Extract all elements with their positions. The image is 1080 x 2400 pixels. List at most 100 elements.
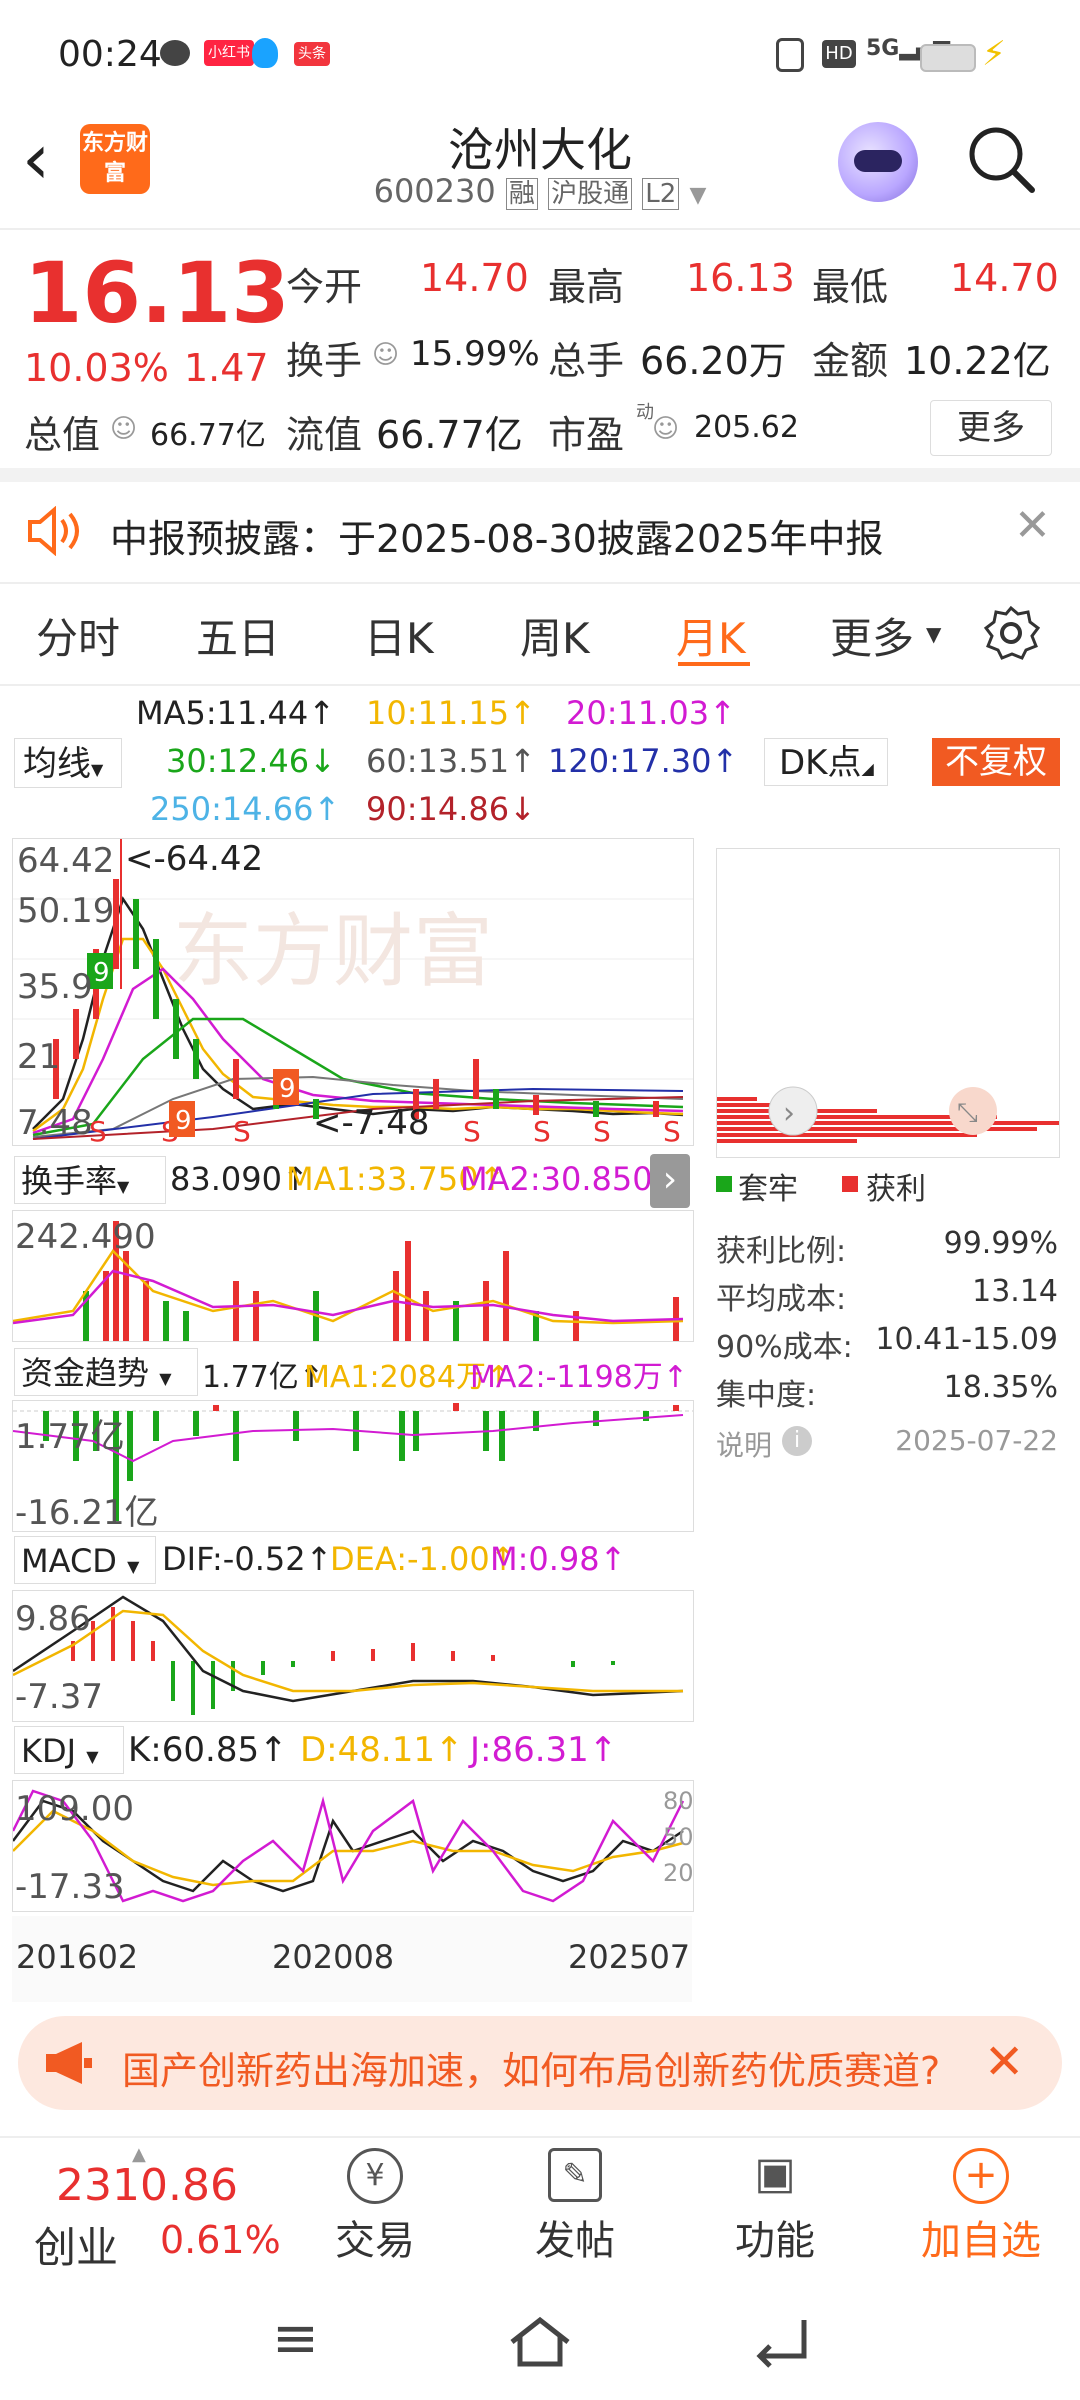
index-ticker[interactable]: ▲ 2310.86 创业 0.61% bbox=[0, 2138, 290, 2288]
menu-icon[interactable]: ≡ bbox=[272, 2306, 319, 2371]
kline-chart[interactable]: 东方财富 SSS SSSS 9 9 9 64.42 50.19 bbox=[12, 838, 694, 1146]
info-icon[interactable]: ☺ bbox=[372, 340, 399, 370]
hd-icon: HD bbox=[822, 40, 856, 68]
kdj-chart[interactable]: 109.00 -17.33 80 50 20 bbox=[12, 1780, 694, 1912]
capital-chart[interactable]: 1.77亿 -16.21亿 bbox=[12, 1400, 694, 1533]
close-icon[interactable]: ✕ bbox=[984, 2034, 1024, 2090]
turnover-label: 换手 bbox=[286, 339, 363, 383]
notice-bar[interactable]: 中报预披露：于2025-08-30披露2025年中报 ✕ bbox=[0, 482, 1080, 582]
chip-stat-label: 获利比例: bbox=[716, 1234, 847, 1269]
tab-monthly[interactable]: 月K bbox=[676, 605, 746, 666]
back-button[interactable]: ‹ bbox=[22, 124, 50, 194]
more-button[interactable]: 更多 bbox=[930, 400, 1052, 456]
kdj-ref-80: 80 bbox=[663, 1787, 694, 1815]
macd-chart[interactable]: 9.86 -7.37 bbox=[12, 1590, 694, 1722]
info-icon[interactable]: ☺ bbox=[652, 414, 679, 444]
kdj-j: J:86.31↑ bbox=[470, 1730, 618, 1770]
active-tab-indicator bbox=[678, 662, 750, 666]
macd-selector-label: MACD bbox=[21, 1542, 117, 1580]
market-cap-value: 66.77亿 bbox=[150, 418, 266, 453]
info-icon[interactable]: ☺ bbox=[110, 414, 137, 444]
nav-trade-label: 交易 bbox=[335, 2218, 415, 2264]
page-title: 沧州大化 bbox=[448, 123, 632, 177]
tag-margin: 融 bbox=[505, 178, 538, 210]
macd-selector[interactable]: MACD ▼ bbox=[14, 1536, 156, 1584]
eastmoney-logo[interactable]: 东方财富 bbox=[80, 124, 150, 194]
stock-code-line: 600230 融 沪股通 L2 ▼ bbox=[360, 172, 720, 210]
dk-label: DK点 bbox=[779, 743, 862, 783]
nav-post[interactable]: ✎ 发帖 bbox=[500, 2148, 650, 2266]
change-amount: 1.47 bbox=[184, 346, 269, 390]
note-label[interactable]: 说明 bbox=[716, 1424, 772, 1464]
banner-text: 国产创新药出海加速，如何布局创新药优质赛道? bbox=[122, 2049, 941, 2093]
close-icon[interactable]: ✕ bbox=[1014, 500, 1051, 551]
amount-value: 10.22亿 bbox=[904, 339, 1051, 383]
caret-down-icon: ▼ bbox=[926, 622, 942, 646]
tab-weekly[interactable]: 周K bbox=[520, 605, 590, 666]
tab-more[interactable]: 更多 bbox=[830, 605, 914, 666]
adjustment-button[interactable]: 不复权 bbox=[932, 738, 1060, 786]
kline-ytick-bottom: 7.48 bbox=[17, 1103, 93, 1143]
home-icon[interactable] bbox=[508, 2316, 572, 2368]
watermark: 东方财富 bbox=[173, 905, 493, 998]
caret-down-icon: ▼ bbox=[117, 1177, 130, 1196]
chevron-right-icon[interactable]: › bbox=[650, 1154, 690, 1208]
nav-trade[interactable]: ¥ 交易 bbox=[300, 2148, 450, 2266]
turnover-chart[interactable]: 242.490 bbox=[12, 1210, 694, 1342]
nav-add-watchlist[interactable]: + 加自选 bbox=[896, 2148, 1066, 2266]
kdj-ytick-bottom: -17.33 bbox=[15, 1867, 125, 1907]
chip-stat-value: 13.14 bbox=[972, 1274, 1058, 1309]
qq-icon bbox=[252, 38, 278, 68]
macd-svg bbox=[13, 1595, 684, 1715]
macd-red-bars bbox=[71, 1607, 495, 1661]
capital-ma2: MA2:-1198万↑ bbox=[470, 1360, 688, 1395]
promo-banner[interactable]: 国产创新药出海加速，如何布局创新药优质赛道? ✕ bbox=[18, 2016, 1062, 2110]
capital-ytick-bottom: -16.21亿 bbox=[15, 1493, 159, 1533]
gear-icon[interactable] bbox=[982, 604, 1040, 662]
tab-daily[interactable]: 日K bbox=[364, 605, 434, 666]
turnover-selector-label: 换手率 bbox=[21, 1162, 118, 1200]
tag-hk-connect: 沪股通 bbox=[548, 178, 633, 210]
high-value: 16.13 bbox=[686, 256, 795, 300]
ma-selector[interactable]: 均线▼ bbox=[14, 738, 122, 788]
pe-label: 市盈 bbox=[548, 413, 625, 457]
svg-text:9: 9 bbox=[175, 1106, 192, 1136]
nav-functions[interactable]: ▣ 功能 bbox=[700, 2148, 850, 2266]
ma20-value: 20:11.03↑ bbox=[566, 694, 736, 732]
chip-expand-arrow-icon[interactable] bbox=[790, 1094, 838, 1142]
volume-value: 66.20万 bbox=[640, 339, 787, 383]
chip-stat-label: 集中度: bbox=[716, 1378, 817, 1413]
trapped-label: 套牢 bbox=[738, 1172, 798, 1207]
kline-ytick-top: 64.42 bbox=[17, 841, 115, 881]
chevron-down-icon[interactable]: ▼ bbox=[689, 183, 706, 208]
svg-text:S: S bbox=[663, 1115, 681, 1145]
turnover-selector[interactable]: 换手率▼ bbox=[14, 1156, 166, 1204]
macd-m: M:0.98↑ bbox=[490, 1540, 627, 1578]
info-icon[interactable]: i bbox=[782, 1426, 812, 1456]
high-label: 最高 bbox=[548, 265, 625, 309]
svg-text:S: S bbox=[233, 1115, 251, 1145]
macd-dea: DEA:-1.00↑ bbox=[330, 1540, 517, 1578]
tab-intraday[interactable]: 分时 bbox=[36, 605, 120, 666]
ma10-value: 10:11.15↑ bbox=[366, 694, 536, 732]
capital-selector-label: 资金趋势 bbox=[21, 1354, 150, 1392]
caret-down-icon: ▼ bbox=[86, 1747, 99, 1766]
back-nav-icon[interactable] bbox=[752, 2316, 812, 2368]
chip-stat-value: 18.35% bbox=[943, 1370, 1058, 1405]
chip-distribution-chart[interactable]: › ⤡ bbox=[716, 848, 1060, 1158]
nav-add-watchlist-label: 加自选 bbox=[921, 2218, 1041, 2264]
capital-selector[interactable]: 资金趋势 ▼ bbox=[14, 1348, 198, 1396]
robot-assistant-icon[interactable] bbox=[838, 122, 918, 202]
dk-point-toggle[interactable]: DK点◢ bbox=[764, 738, 888, 786]
turnover-ma2: MA2:30.850↑ bbox=[460, 1160, 680, 1198]
kdj-selector[interactable]: KDJ ▼ bbox=[14, 1726, 124, 1774]
search-icon[interactable] bbox=[966, 124, 1038, 196]
open-label: 今开 bbox=[286, 265, 363, 309]
open-value: 14.70 bbox=[420, 256, 529, 300]
kdj-k: K:60.85↑ bbox=[128, 1730, 288, 1770]
nav-functions-label: 功能 bbox=[735, 2218, 815, 2264]
float-cap-label: 流值 bbox=[286, 413, 363, 457]
tab-five-day[interactable]: 五日 bbox=[196, 605, 280, 666]
fullscreen-icon[interactable] bbox=[940, 1094, 988, 1142]
edit-icon: ✎ bbox=[500, 2148, 650, 2208]
